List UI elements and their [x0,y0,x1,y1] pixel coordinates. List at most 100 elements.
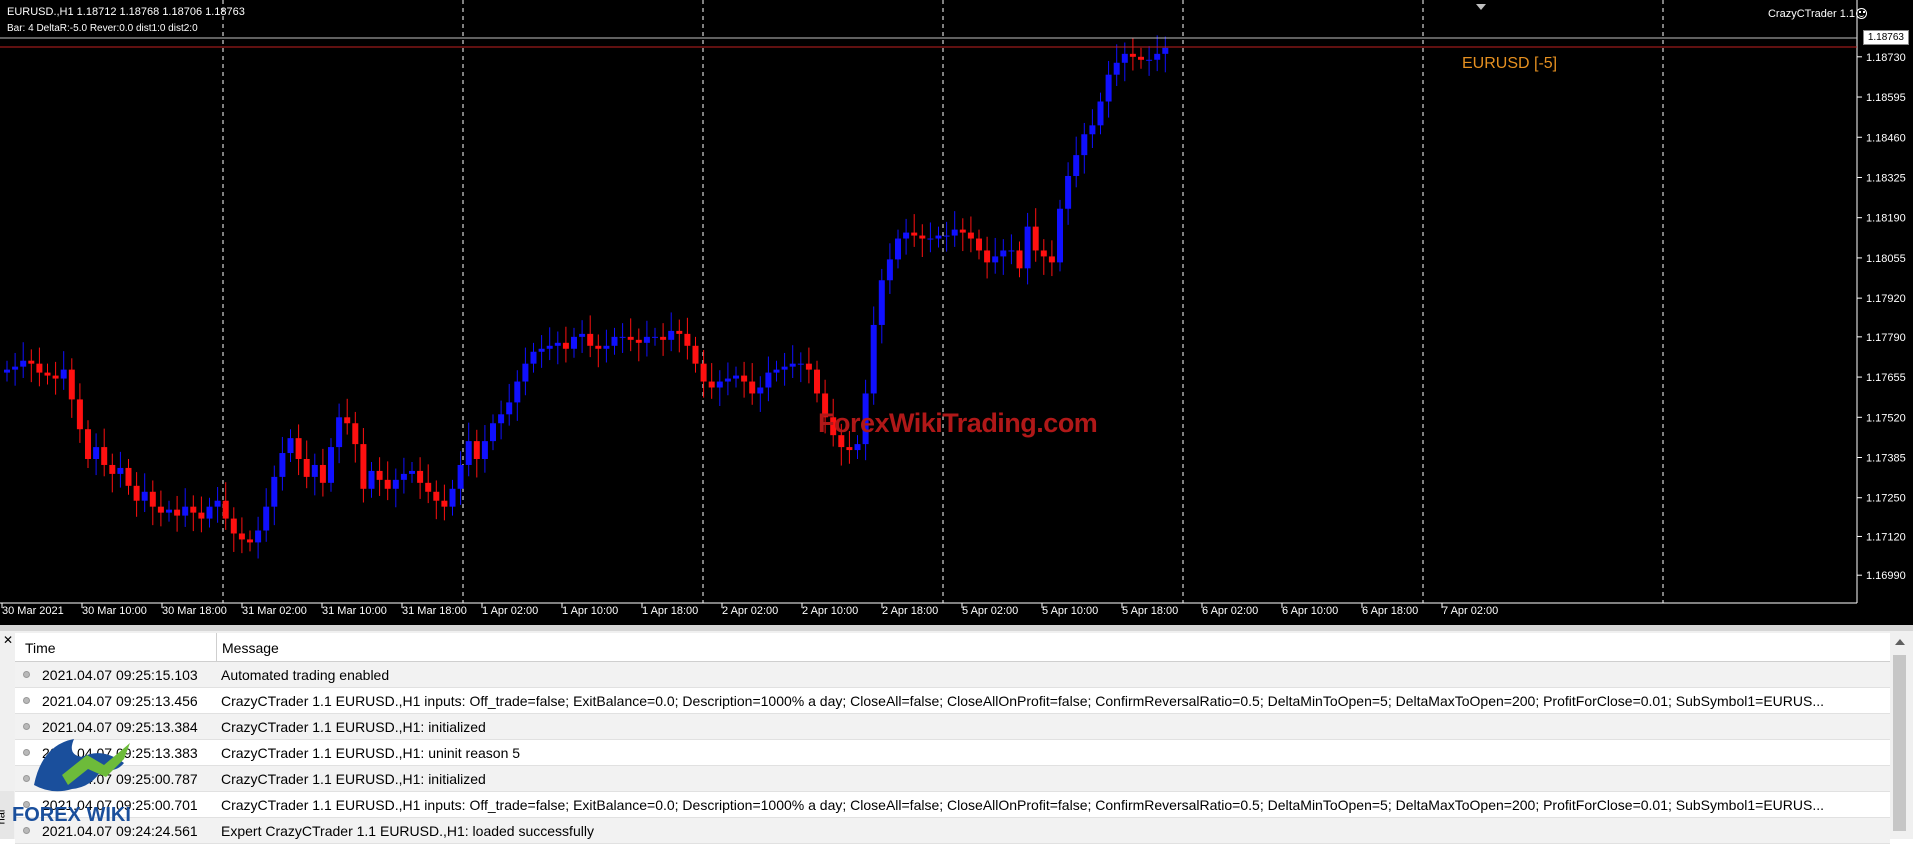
candle-body [400,473,407,480]
row-message: CrazyCTrader 1.1 EURUSD.,H1: initialized [221,719,486,735]
table-row[interactable]: 2021.04.07 09:25:13.384 CrazyCTrader 1.1 … [15,714,1890,740]
candle-body [724,378,731,382]
row-message: CrazyCTrader 1.1 EURUSD.,H1 inputs: Off_… [221,693,1824,709]
candle-body [522,363,529,382]
x-tick-label: 1 Apr 10:00 [562,605,618,617]
candle-body [230,518,237,534]
candle-body [635,339,642,343]
candle-body [328,447,334,483]
candle-body [117,467,124,474]
row-time: 2021.04.07 09:25:15.103 [42,667,198,683]
candle-body [554,342,561,346]
candle-body [101,447,108,465]
candle-body [562,342,569,349]
candle-body [109,464,116,474]
candle-body [44,372,51,376]
candle-body [52,375,59,379]
candle-body [287,438,294,454]
candle-body [506,402,513,415]
candle-body [190,506,197,513]
candle-body [911,232,918,236]
y-tick-label: 1.18325 [1866,172,1906,184]
x-tick-label: 2 Apr 02:00 [722,605,778,617]
candle-body [425,482,432,492]
x-tick-label: 31 Mar 02:00 [242,605,307,617]
expert-name[interactable]: CrazyCTrader 1.1 [1768,8,1855,21]
y-tick-label: 1.18190 [1866,213,1906,225]
x-tick-label: 1 Apr 18:00 [642,605,698,617]
candle-body [854,444,861,451]
candle-body [878,280,885,325]
candle-body [1105,74,1112,102]
scroll-thumb[interactable] [1893,655,1906,831]
price-chart[interactable]: 1.18730 1.18595 1.18460 1.18325 1.18190 1.180… [0,0,1913,625]
candle-body [457,464,464,489]
candle-body [433,491,440,501]
candle-body [198,512,205,519]
candle-body [1113,62,1120,75]
candle-body [490,423,496,442]
chart-canvas[interactable]: 1.18730 1.18595 1.18460 1.18325 1.18190 1.180… [0,0,1913,625]
candle-body [733,375,739,379]
candle-body [741,375,748,382]
candle-body [1081,134,1088,156]
table-row[interactable]: 2021.04.07 09:25:00.787 CrazyCTrader 1.1 … [15,766,1890,792]
candle-body [441,500,448,507]
candle-body [652,336,658,338]
candle-body [409,470,415,474]
vertical-scrollbar[interactable] [1890,637,1909,835]
candle-body [1065,175,1072,209]
scroll-up-icon[interactable] [1895,639,1905,645]
candle-body [1097,101,1104,126]
candle-body [789,363,796,367]
candle-body [870,324,877,394]
column-message[interactable]: Message [222,640,279,656]
candle-body [967,232,974,239]
candle-body [1121,53,1128,63]
candle-body [1040,250,1047,257]
symbol-info: EURUSD.,H1 1.18712 1.18768 1.18706 1.187… [7,6,245,18]
candle-body [619,336,626,338]
candle-body [668,330,675,340]
candle-body [805,363,812,370]
table-row[interactable]: 2021.04.07 09:25:13.456 CrazyCTrader 1.1 … [15,688,1890,714]
y-tick-label: 1.17655 [1866,372,1906,384]
candle-body [336,417,343,448]
y-tick-label: 1.16990 [1866,570,1906,582]
table-row[interactable]: 2021.04.07 09:25:00.701 CrazyCTrader 1.1 … [15,792,1890,818]
current-price-tag: 1.18763 [1862,30,1909,45]
candle-body [1000,250,1007,257]
candle-body [886,259,893,281]
y-tick-label: 1.17520 [1866,412,1906,424]
table-row[interactable]: 2021.04.07 09:24:24.561 Expert CrazyCTrad… [15,818,1890,844]
candle-body [76,399,83,430]
candle-body [976,238,982,251]
candle-body [481,441,488,459]
candle-body [895,238,901,260]
table-row[interactable]: 2021.04.07 09:25:15.103 Automated trading… [15,662,1890,688]
close-icon[interactable]: ✕ [3,633,13,647]
candle-body [149,491,156,507]
candle-body [166,509,172,513]
candle-body [214,500,221,507]
candle-body [1048,256,1055,263]
column-time[interactable]: Time [25,640,56,656]
candle-body [611,336,618,346]
candle-body [1154,53,1161,60]
candle-body [1129,53,1136,57]
candle-body [384,479,391,489]
table-row[interactable]: 2021.04.07 09:25:13.383 CrazyCTrader 1.1 … [15,740,1890,766]
y-tick-label: 1.18595 [1866,92,1906,104]
candle-body [206,506,213,519]
smiley-icon[interactable] [1856,8,1867,19]
forexwiki-logo: FOREX WIKI [12,739,131,826]
logo-text: FOREX WIKI [12,804,131,826]
row-time: 2021.04.07 09:25:13.456 [42,693,198,709]
candle-body [903,232,910,239]
candle-body [935,235,942,239]
candle-body [174,509,181,516]
candle-body [68,369,75,400]
x-tick-label: 2 Apr 10:00 [802,605,858,617]
column-divider[interactable] [216,633,217,661]
candle-body [587,333,594,346]
